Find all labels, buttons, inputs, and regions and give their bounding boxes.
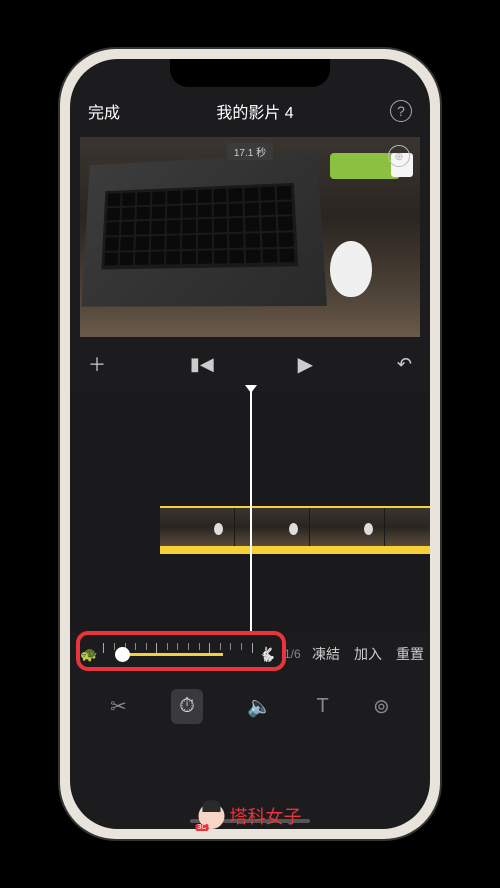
slider-thumb[interactable] — [115, 647, 130, 662]
timeline[interactable] — [70, 391, 430, 631]
volume-tool[interactable]: 🔈 — [247, 694, 272, 719]
turtle-icon: 🐢 — [80, 646, 97, 663]
video-clip[interactable] — [160, 506, 430, 554]
phone-screen: 完成 我的影片 4 ? 17.1 秒 ⊕ ＋ ▮◀ ▶ — [70, 59, 430, 829]
watermark-text: 塔科女子 — [230, 803, 302, 829]
duration-badge: 17.1 秒 — [227, 143, 273, 160]
speed-slider[interactable]: 🐢 🐇 — [80, 639, 276, 669]
bottom-toolbar: ✂ ⏱ 🔈 T ⊚ — [70, 677, 430, 732]
preview-laptop — [81, 153, 327, 307]
add-keyframe-button[interactable]: 加入 — [354, 644, 382, 664]
cut-tool[interactable]: ✂ — [110, 694, 127, 719]
reset-button[interactable]: 重置 — [396, 644, 424, 664]
text-tool[interactable]: T — [316, 695, 328, 718]
filter-tool[interactable]: ⊚ — [373, 694, 390, 719]
playhead[interactable] — [250, 391, 252, 631]
help-button[interactable]: ? — [390, 100, 412, 122]
undo-button[interactable]: ↶ — [397, 354, 412, 375]
done-button[interactable]: 完成 — [88, 99, 120, 123]
phone-frame: 完成 我的影片 4 ? 17.1 秒 ⊕ ＋ ▮◀ ▶ — [60, 49, 440, 839]
notch — [170, 59, 330, 87]
speed-tool[interactable]: ⏱ — [171, 689, 203, 724]
prev-frame-button[interactable]: ▮◀ — [190, 354, 214, 375]
preview-mouse — [330, 241, 372, 297]
slider-track[interactable] — [103, 653, 252, 656]
speed-ratio-label: 1/6 — [284, 647, 301, 661]
speed-controls-row: 🐢 🐇 1/6 凍結 加入 重置 — [70, 631, 430, 677]
watermark-avatar-icon: 3C — [199, 803, 225, 829]
video-preview[interactable]: 17.1 秒 ⊕ — [80, 137, 420, 337]
playback-controls: ＋ ▮◀ ▶ ↶ — [70, 337, 430, 391]
project-title: 我的影片 4 — [216, 99, 293, 123]
add-media-button[interactable]: ＋ — [88, 351, 106, 377]
zoom-icon[interactable]: ⊕ — [388, 145, 410, 167]
watermark: 3C 塔科女子 — [199, 803, 302, 829]
freeze-button[interactable]: 凍結 — [312, 644, 340, 664]
rabbit-icon: 🐇 — [259, 646, 276, 663]
play-button[interactable]: ▶ — [298, 352, 313, 377]
watermark-badge: 3C — [196, 824, 209, 831]
